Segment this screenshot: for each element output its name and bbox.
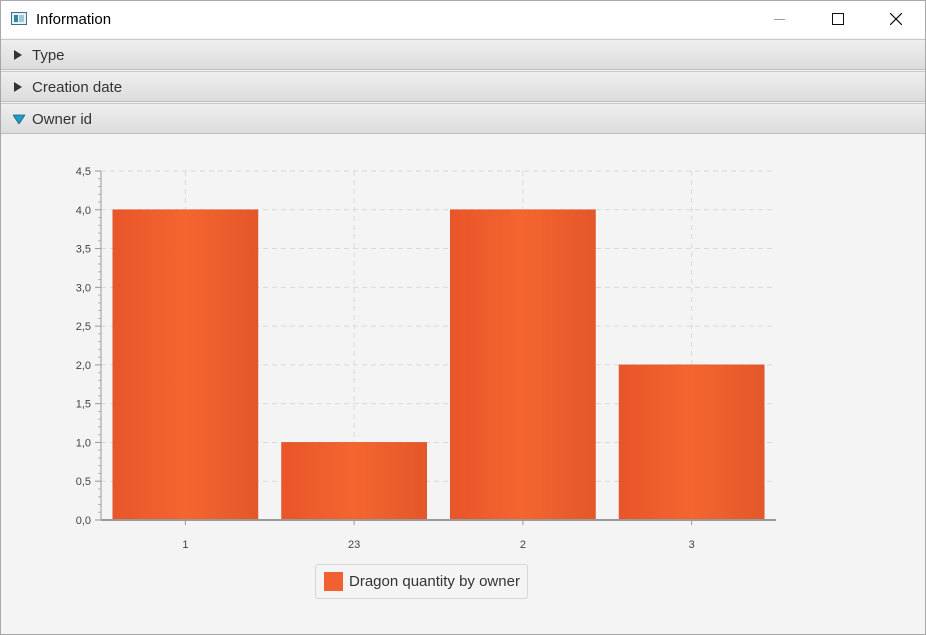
pane-creation-date-label: Creation date: [32, 79, 123, 96]
pane-creation-date[interactable]: Creation date: [1, 71, 925, 102]
title-bar[interactable]: Information: [1, 1, 925, 38]
app-window-icon: [11, 12, 27, 25]
close-button[interactable]: [873, 1, 919, 38]
information-window: Information Type Creation date Owner id: [0, 0, 926, 635]
maximize-button[interactable]: [815, 1, 861, 38]
close-icon: [890, 13, 902, 25]
minimize-button[interactable]: [757, 1, 803, 38]
pane-type-label: Type: [32, 47, 65, 64]
legend-label: Dragon quantity by owner: [349, 573, 520, 590]
owner-chart-panel: [1, 135, 925, 634]
window-title: Information: [36, 11, 112, 28]
legend-swatch: [324, 572, 343, 591]
collapsed-arrow-icon: [14, 82, 22, 92]
chart-legend: Dragon quantity by owner: [315, 564, 528, 599]
pane-type[interactable]: Type: [1, 39, 925, 70]
pane-owner-id-label: Owner id: [32, 111, 93, 128]
collapsed-arrow-icon: [14, 50, 22, 60]
minimize-icon: [774, 19, 785, 20]
pane-owner-id[interactable]: Owner id: [1, 103, 925, 134]
expanded-arrow-icon: [13, 114, 25, 124]
maximize-icon: [832, 13, 844, 25]
